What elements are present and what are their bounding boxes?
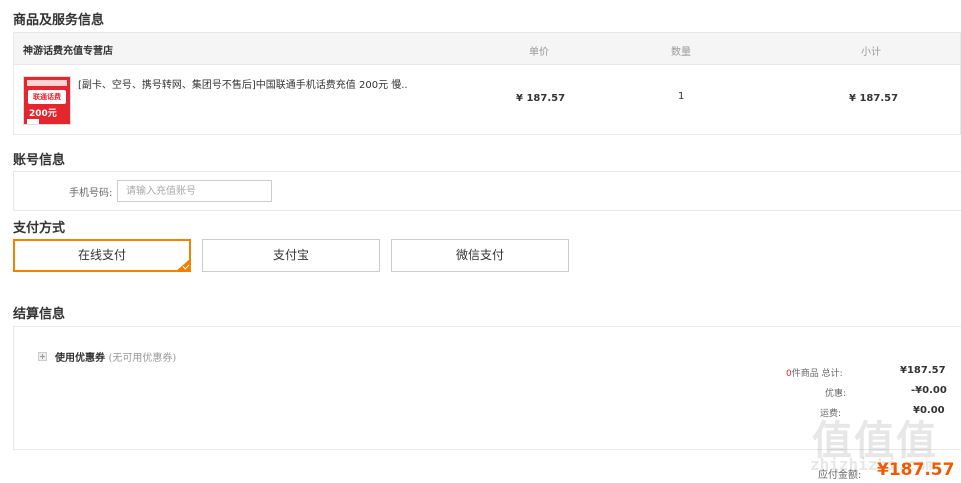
total-value: ¥187.57 [900,365,946,376]
product-name-link[interactable]: [副卡、空号、携号转网、集团号不售后]中国联通手机话费充值 200元 慢... [78,76,408,91]
pay-method-wechat-label: 微信支付 [455,248,504,262]
product-table-header: 神游话费充值专营店 单价 数量 小计 [14,33,960,65]
pay-method-alipay[interactable]: 支付宝 [202,239,380,272]
quantity-value: 1 [678,91,685,102]
pay-method-wechat[interactable]: 微信支付 [391,239,569,272]
section-title-product: 商品及服务信息 [13,13,105,28]
thumbnail-label: 联通话费 [28,90,66,104]
coupon-note: (无可用优惠券) [108,353,177,364]
subtotal-value: ¥ 187.57 [849,93,899,104]
shop-name[interactable]: 神游话费充值专营店 [23,42,113,57]
item-count: 0件商品 总计: [786,366,843,379]
phone-number-label: 手机号码: [69,188,113,199]
settlement-box: 使用优惠券 (无可用优惠券) [13,326,961,450]
pay-method-alipay-label: 支付宝 [272,248,309,262]
product-table: 神游话费充值专营店 单价 数量 小计 联通话费 200元 [副卡、空号、携号转网… [13,32,961,135]
discount-value: -¥0.00 [911,385,947,396]
section-title-payment: 支付方式 [13,221,66,236]
pay-total-value: ¥187.57 [877,460,955,480]
coupon-expand-icon[interactable] [38,352,47,361]
shipping-label: 运费: [820,409,842,419]
thumbnail-amount: 200元 [29,109,57,119]
unit-price: ¥ 187.57 [516,93,566,104]
coupon-toggle-label[interactable]: 使用优惠券 (无可用优惠券) [55,349,176,364]
product-thumbnail[interactable]: 联通话费 200元 [23,76,71,125]
pay-method-online-label: 在线支付 [77,248,126,262]
selected-check-icon [175,258,191,272]
account-box: 手机号码: [13,171,961,211]
thumbnail-badge [27,119,39,124]
column-header-subtotal: 小计 [861,47,881,58]
thumbnail-brand-strip [27,80,67,86]
column-header-quantity: 数量 [671,47,691,58]
pay-method-online[interactable]: 在线支付 [13,239,191,272]
column-header-unit-price: 单价 [529,47,549,58]
section-title-account: 账号信息 [13,153,66,168]
coupon-label-text: 使用优惠券 [55,353,105,364]
phone-number-input[interactable] [117,180,272,202]
section-title-settlement: 结算信息 [13,307,66,322]
item-count-label: 件商品 总计: [791,369,843,379]
product-row: 联通话费 200元 [副卡、空号、携号转网、集团号不售后]中国联通手机话费充值 … [14,65,960,135]
shipping-value: ¥0.00 [913,405,945,416]
discount-label: 优惠: [825,389,847,399]
pay-total-label: 应付金额: [818,470,862,481]
